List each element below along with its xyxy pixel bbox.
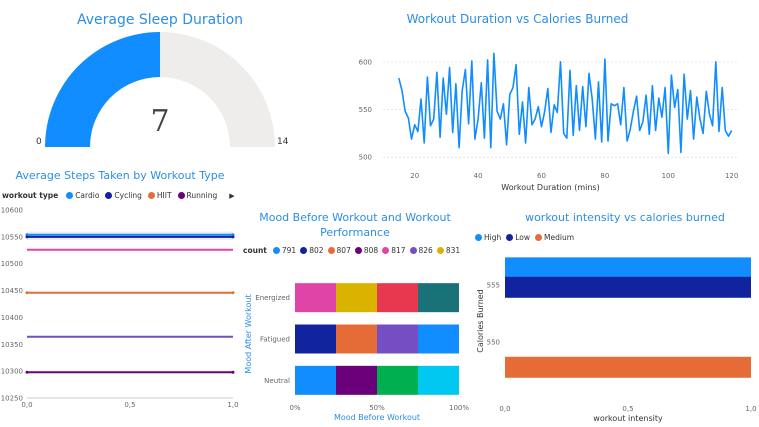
intensity-x-tick: 0,0 [499, 405, 510, 413]
line-x-tick: 80 [600, 172, 609, 180]
mood-y-label: Mood After Workout [244, 294, 253, 373]
mood-x-tick: 50% [369, 404, 385, 412]
steps-y-tick: 10350 [1, 341, 23, 349]
mood-panel: Mood Before Workout and Workout Performa… [240, 205, 470, 427]
steps-x-tick: 1,0 [227, 401, 238, 409]
line-y-tick: 500 [359, 154, 372, 162]
line-x-tick: 40 [474, 172, 483, 180]
steps-y-tick: 10400 [1, 314, 23, 322]
mood-bar-segment[interactable] [377, 365, 418, 395]
intensity-y-tick: 555 [487, 282, 500, 290]
steps-point [231, 291, 235, 295]
steps-panel: Average Steps Taken by Workout Type work… [0, 160, 240, 427]
gauge-panel: Average Sleep Duration 7 0 14 [0, 0, 320, 160]
line-series [398, 52, 733, 155]
mood-bar-segment[interactable] [418, 324, 459, 354]
mood-bar-segment[interactable] [295, 365, 336, 395]
line-x-label: Workout Duration (mins) [501, 183, 599, 192]
mood-bar-segment[interactable] [418, 365, 459, 395]
mood-bar-segment[interactable] [336, 324, 377, 354]
intensity-x-tick: 1,0 [745, 405, 756, 413]
steps-y-tick: 10250 [1, 395, 23, 403]
intensity-x-tick: 0,5 [622, 405, 633, 413]
steps-point [25, 235, 29, 239]
steps-y-tick: 10600 [1, 207, 23, 215]
steps-point [25, 291, 29, 295]
steps-point [231, 235, 235, 239]
steps-band [27, 231, 233, 241]
intensity-y-tick: 550 [487, 339, 500, 347]
gauge-value: 7 [150, 104, 170, 139]
mood-category-label: Neutral [264, 377, 290, 385]
mood-x-tick: 0% [289, 404, 300, 412]
mood-chart: Energized Fatigued Neutral 0% 50% 100% Mood Be… [244, 283, 469, 422]
line-y-tick: 550 [359, 106, 372, 114]
intensity-y-label: Calories Burned [476, 289, 485, 353]
line-x-tick: 120 [725, 172, 738, 180]
mood-bar-segment[interactable] [377, 324, 418, 354]
gauge-min: 0 [36, 137, 42, 147]
line-x-tick: 100 [662, 172, 675, 180]
steps-x-tick: 0,0 [21, 401, 32, 409]
steps-point [25, 370, 29, 374]
line-x-tick: 20 [410, 172, 419, 180]
steps-y-tick: 10300 [1, 368, 23, 376]
intensity-bar-medium[interactable] [505, 356, 751, 378]
mood-x-tick: 100% [449, 404, 469, 412]
line-panel: Workout Duration vs Calories Burned 500 5… [330, 0, 759, 195]
steps-y-tick: 10450 [1, 287, 23, 295]
line-chart: 500 550 600 20 40 60 80 100 120 Workout Duration … [359, 52, 738, 192]
mood-bar-segment[interactable] [336, 365, 377, 395]
intensity-chart: 555 550 0,0 0,5 1,0 workout intensity Calories… [476, 257, 757, 423]
mood-bar-segment[interactable] [295, 283, 336, 313]
steps-y-tick: 10500 [1, 260, 23, 268]
line-x-tick: 60 [537, 172, 546, 180]
intensity-bar-high[interactable] [505, 257, 751, 279]
mood-bar-segment[interactable] [418, 283, 459, 313]
mood-bar-segment[interactable] [377, 283, 418, 313]
line-y-tick: 600 [359, 58, 372, 66]
intensity-x-label: workout intensity [593, 414, 663, 423]
steps-chart: 10600 10550 10500 10450 10400 10350 10300 10250… [1, 207, 239, 410]
mood-bar-segment[interactable] [336, 283, 377, 313]
mood-category-label: Fatigued [260, 336, 290, 344]
intensity-panel: workout intensity vs calories burned Hig… [470, 205, 759, 427]
mood-x-label: Mood Before Workout [334, 413, 420, 422]
steps-point [231, 370, 235, 374]
mood-category-label: Energized [255, 294, 290, 302]
steps-x-tick: 0,5 [124, 401, 135, 409]
intensity-bar-low[interactable] [505, 276, 751, 298]
mood-bar-segment[interactable] [295, 324, 336, 354]
gauge-max: 14 [277, 137, 289, 147]
steps-y-tick: 10550 [1, 233, 23, 241]
